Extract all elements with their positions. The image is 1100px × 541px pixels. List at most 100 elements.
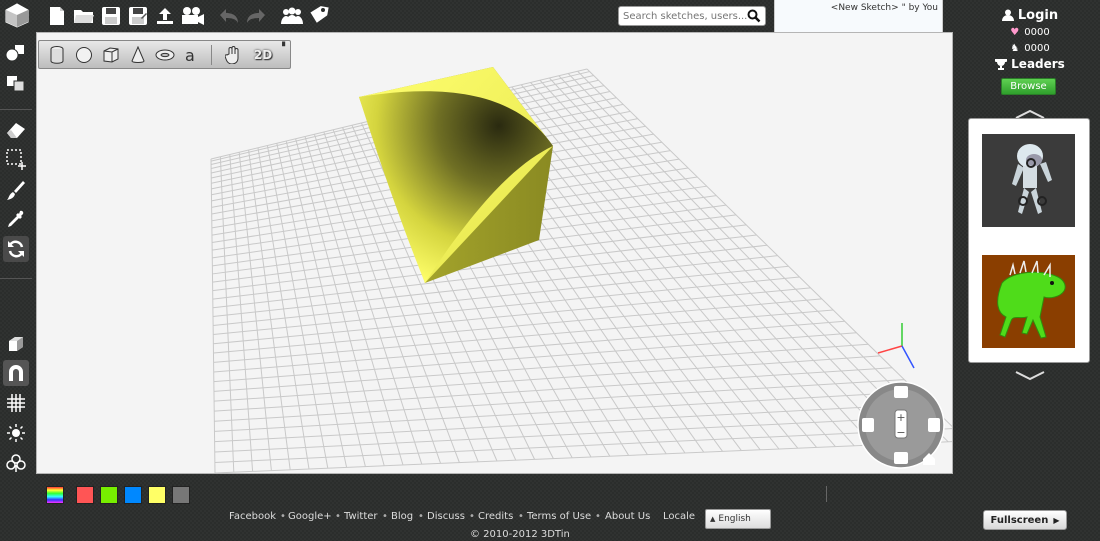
footer-separator: • xyxy=(469,511,475,522)
refresh-icon[interactable] xyxy=(3,236,29,262)
footer-separator: • xyxy=(595,511,601,522)
locale-select[interactable]: ▲ English xyxy=(705,509,771,529)
orbit-down-button[interactable] xyxy=(894,453,908,465)
sketch-author: by You xyxy=(908,3,938,13)
eyedropper-icon[interactable] xyxy=(3,207,29,233)
footer-links: Facebook • Google+ • Twitter • Blog • Di… xyxy=(0,511,700,525)
color-swatch-yellow[interactable] xyxy=(148,486,166,504)
search-icon[interactable] xyxy=(747,9,761,23)
sketch-separator: " xyxy=(901,3,906,13)
layers-icon[interactable] xyxy=(3,70,29,96)
redo-icon[interactable] xyxy=(243,3,269,29)
upload-icon[interactable] xyxy=(152,3,178,29)
svg-text:a: a xyxy=(185,46,195,64)
locale-label: Locale xyxy=(663,511,696,522)
search-box xyxy=(618,6,766,26)
2d-mode-button[interactable]: 2D xyxy=(248,43,278,67)
locale-value: English xyxy=(718,514,751,524)
sphere-icon[interactable] xyxy=(72,43,96,67)
undo-icon[interactable] xyxy=(216,3,242,29)
club-icon[interactable] xyxy=(3,450,29,476)
color-swatch-red[interactable] xyxy=(76,486,94,504)
orbit-left-button[interactable] xyxy=(862,418,874,432)
color-swatch-gray[interactable] xyxy=(172,486,190,504)
video-camera-icon[interactable] xyxy=(180,3,206,29)
footer-link-twitter[interactable]: Twitter xyxy=(344,511,378,522)
app-logo-cube-icon[interactable] xyxy=(0,0,34,30)
save-as-icon[interactable] xyxy=(125,3,151,29)
copyright-text: © 2010-2012 3DTin xyxy=(470,529,570,540)
tag-icon[interactable] xyxy=(306,3,332,29)
paint-brush-icon[interactable] xyxy=(3,177,29,203)
sketch-name[interactable]: <New Sketch> xyxy=(831,3,899,13)
users-icon[interactable] xyxy=(279,3,305,29)
grid-icon[interactable] xyxy=(3,390,29,416)
orbit-right-button[interactable] xyxy=(928,418,940,432)
cube-view-icon[interactable] xyxy=(3,331,29,357)
new-sketch-icon[interactable] xyxy=(44,3,70,29)
magnet-icon[interactable] xyxy=(3,360,29,386)
zoom-in-button[interactable] xyxy=(895,410,907,424)
play-arrow-icon: ▶ xyxy=(1053,515,1060,525)
home-icon[interactable] xyxy=(923,453,935,465)
grid-plane xyxy=(210,67,952,473)
search-input[interactable] xyxy=(623,8,747,24)
text-shape-icon[interactable]: a xyxy=(180,43,204,67)
tool-divider xyxy=(0,109,32,110)
box-icon[interactable] xyxy=(99,43,123,67)
footer-divider xyxy=(826,486,827,502)
select-icon[interactable] xyxy=(3,146,29,172)
footer-link-terms[interactable]: Terms of Use xyxy=(527,511,591,522)
fullscreen-label: Fullscreen xyxy=(990,514,1049,526)
shape-toolbar: a 2D ▝ xyxy=(38,40,291,69)
user-icon xyxy=(1001,9,1014,21)
robot-model-thumbnail xyxy=(982,134,1075,227)
stat-row-1: ♥ 0000 xyxy=(965,25,1095,39)
footer-link-google-plus[interactable]: Google+ xyxy=(288,511,332,522)
pin-icon[interactable]: ▝ xyxy=(279,42,285,51)
footer-link-about-us[interactable]: About Us xyxy=(605,511,650,522)
leaders-label: Leaders xyxy=(1011,57,1065,71)
2d-mode-label: 2D xyxy=(253,48,273,62)
footer-link-facebook[interactable]: Facebook xyxy=(229,511,276,522)
hand-icon[interactable] xyxy=(221,43,245,67)
footer-link-discuss[interactable]: Discuss xyxy=(427,511,465,522)
browse-button[interactable]: Browse xyxy=(1001,78,1056,95)
footer-separator: • xyxy=(280,511,286,522)
cylinder-icon[interactable] xyxy=(45,43,69,67)
gallery-thumbnail-robot[interactable] xyxy=(982,134,1075,227)
caret-up-icon: ▲ xyxy=(710,515,716,523)
light-icon[interactable] xyxy=(3,420,29,446)
save-icon[interactable] xyxy=(98,3,124,29)
color-swatch-blue[interactable] xyxy=(124,486,142,504)
axis-gizmo xyxy=(877,323,915,369)
login-link[interactable]: Login xyxy=(965,7,1095,23)
sketch-gallery xyxy=(968,118,1090,363)
3d-viewport[interactable]: a 2D ▝ + − xyxy=(36,32,953,474)
trophy-icon xyxy=(995,59,1008,70)
creature-model-thumbnail xyxy=(982,255,1075,348)
rainbow-palette-swatch[interactable] xyxy=(46,486,64,504)
eraser-icon[interactable] xyxy=(3,117,29,143)
gallery-thumbnail-creature[interactable] xyxy=(982,255,1075,348)
cone-icon[interactable] xyxy=(126,43,150,67)
shapes-icon[interactable] xyxy=(3,40,29,66)
leaders-link[interactable]: Leaders xyxy=(965,56,1095,72)
login-label: Login xyxy=(1017,7,1059,23)
account-panel: Login ♥ 0000 ♞ 0000 Leaders Browse xyxy=(965,0,1095,480)
tool-divider xyxy=(0,278,32,279)
orbit-up-button[interactable] xyxy=(894,388,908,400)
stat-row-2: ♞ 0000 xyxy=(965,41,1095,55)
footer-separator: • xyxy=(335,511,341,522)
footer-link-credits[interactable]: Credits xyxy=(478,511,513,522)
torus-icon[interactable] xyxy=(153,43,177,67)
figure-icon: ♞ xyxy=(1010,42,1020,54)
color-swatch-green[interactable] xyxy=(100,486,118,504)
toolbar-divider xyxy=(211,45,212,65)
heart-shield-icon: ♥ xyxy=(1010,26,1020,38)
zoom-out-button[interactable] xyxy=(895,424,907,438)
open-folder-icon[interactable] xyxy=(71,3,97,29)
footer-link-blog[interactable]: Blog xyxy=(391,511,413,522)
fullscreen-button[interactable]: Fullscreen ▶ xyxy=(983,510,1067,530)
gallery-down-chevron-icon[interactable] xyxy=(1015,366,1045,385)
